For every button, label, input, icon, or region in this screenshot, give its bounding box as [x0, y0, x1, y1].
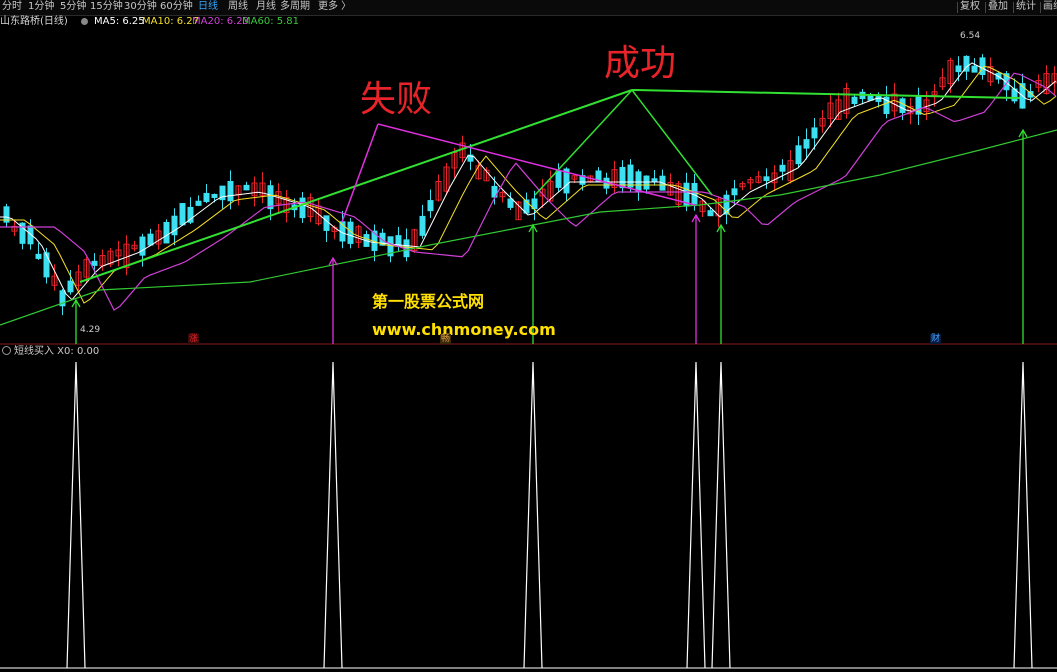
candle-body: [211, 193, 218, 199]
candle-body: [651, 178, 658, 183]
candle-body: [763, 176, 770, 181]
success-annotation: 成功: [604, 43, 677, 84]
candle-body: [323, 215, 330, 231]
indicator-icon[interactable]: [2, 346, 11, 355]
candle-body: [243, 184, 250, 191]
candle-body: [811, 127, 818, 139]
candle-body: [147, 233, 154, 246]
candle-body: [163, 221, 170, 244]
candle-body: [731, 188, 738, 196]
candle-body: [203, 192, 210, 202]
candle-body: [139, 236, 146, 256]
candle-body: [691, 183, 698, 205]
candle-body: [899, 98, 906, 113]
candle-body: [707, 210, 714, 217]
candle-body: [419, 215, 426, 236]
signal-spike: [66, 361, 86, 669]
candle-body: [555, 170, 562, 188]
candle-body: [67, 280, 74, 293]
signal-spike: [1013, 361, 1033, 669]
event-mark-1[interactable]: 涨: [188, 334, 200, 344]
candle-body: [179, 203, 186, 226]
candle-body: [427, 200, 434, 212]
ma10-line: [0, 65, 1057, 304]
event-mark-2[interactable]: 畅: [440, 334, 452, 344]
candle-body: [803, 139, 810, 149]
candle-body: [851, 96, 858, 104]
candle-body: [227, 181, 234, 202]
candle-body: [507, 198, 514, 208]
candle-body: [955, 65, 962, 73]
candle-body: [27, 225, 34, 245]
candle-body: [195, 200, 202, 206]
magenta-pointer-line: [341, 123, 379, 223]
signal-spike: [523, 361, 543, 669]
indicator-label: 短线买入 X0: 0.00: [14, 346, 100, 357]
candle-body: [91, 260, 98, 266]
signal-spike: [711, 361, 731, 669]
candle-body: [627, 164, 634, 188]
signal-spike: [323, 361, 343, 669]
indicator-title: 短线买入 X0: 0.00: [0, 345, 99, 359]
ma20-line: [0, 72, 1057, 311]
candle-body: [971, 65, 978, 73]
candle-body: [267, 185, 274, 210]
fail-annotation: 失败: [360, 79, 433, 120]
watermark-line2: www.chnmoney.com: [372, 320, 556, 339]
candle-body: [643, 175, 650, 190]
watermark-line1: 第一股票公式网: [372, 292, 485, 311]
candle-body: [779, 164, 786, 172]
high-price-label: 6.54: [960, 31, 981, 41]
signal-spike: [686, 361, 706, 669]
green-trend-line: [631, 89, 1021, 99]
candle-body: [299, 197, 306, 219]
ma5-line: [0, 62, 1057, 301]
candle-body: [35, 253, 42, 259]
candle-body: [43, 252, 50, 278]
candle-body: [795, 145, 802, 165]
low-price-label: 4.29: [80, 325, 101, 335]
event-mark-3[interactable]: 财: [930, 334, 942, 344]
